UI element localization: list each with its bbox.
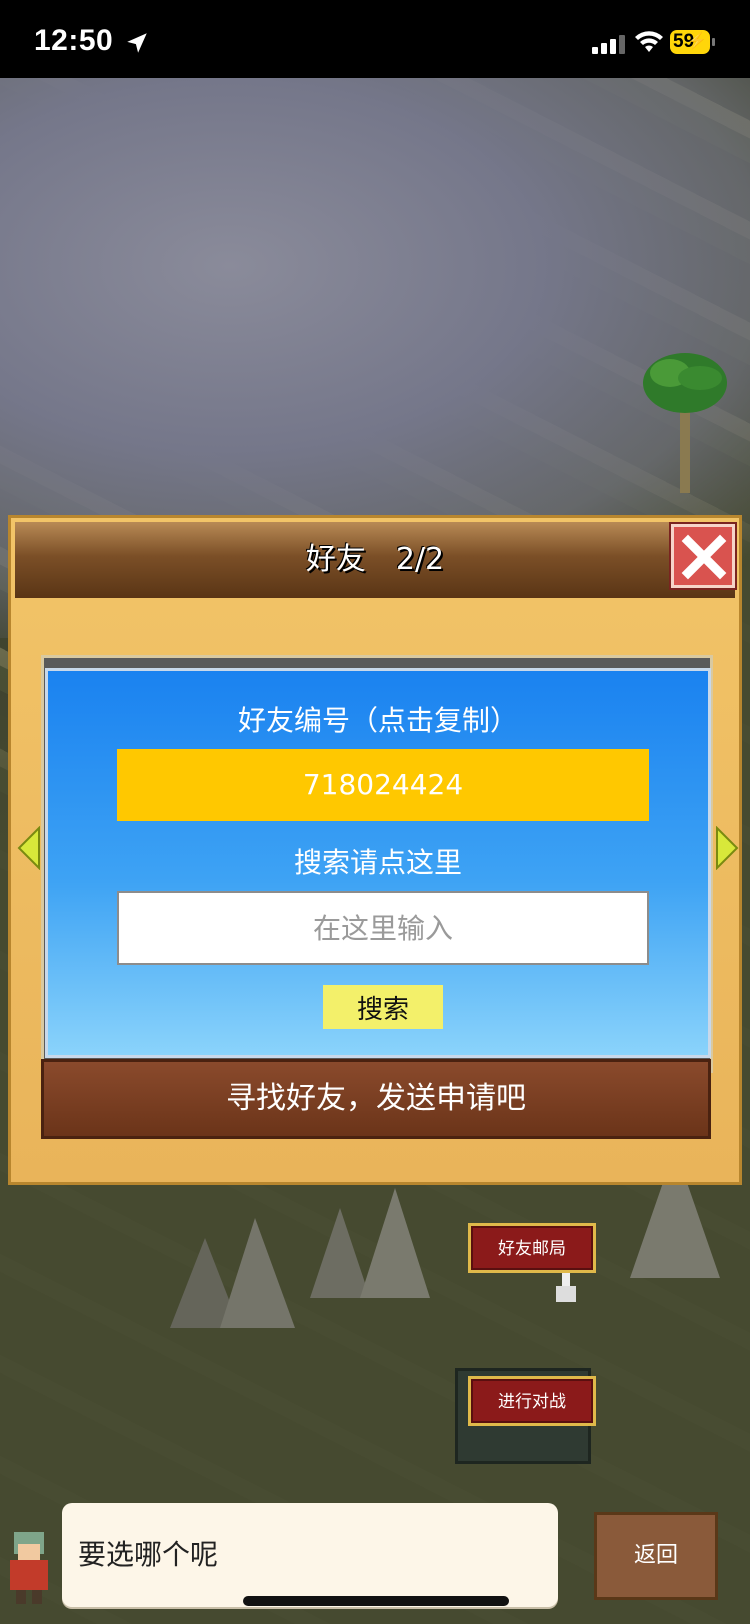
dialog-title: 好友 2/2	[305, 542, 445, 577]
close-button[interactable]	[671, 524, 735, 588]
back-button[interactable]: 返回	[594, 1512, 718, 1600]
mountain-icon	[170, 1218, 295, 1328]
search-label: 搜索请点这里	[293, 846, 462, 879]
close-icon	[681, 534, 727, 580]
previous-page-arrow-icon[interactable]	[17, 826, 41, 870]
home-indicator[interactable]	[243, 1596, 509, 1606]
friend-post-office-tag[interactable]: 好友邮局	[468, 1223, 596, 1273]
signal-icon	[592, 35, 625, 54]
speech-bubble: 要选哪个呢	[62, 1503, 558, 1607]
palm-tree-icon	[643, 353, 727, 493]
dialog-header: 好友 2/2	[15, 522, 735, 598]
search-button[interactable]: 搜索	[323, 985, 443, 1029]
battery-charging-icon: 59 ⚡	[670, 30, 715, 54]
friend-search-input[interactable]	[117, 891, 649, 965]
status-bar: 12:50 59 ⚡	[0, 0, 750, 78]
status-time: 12:50	[34, 24, 114, 57]
friend-search-panel: 好友编号（点击复制） 718024424 搜索请点这里 搜索	[45, 668, 711, 1058]
hand-pointer-icon	[556, 1268, 576, 1302]
mountain-icon	[310, 1188, 430, 1298]
send-request-banner: 寻找好友，发送申请吧	[41, 1059, 711, 1139]
speech-text: 要选哪个呢	[78, 1538, 219, 1571]
battle-tag[interactable]: 进行对战	[468, 1376, 596, 1426]
location-arrow-icon	[127, 33, 147, 53]
friends-dialog: 好友 2/2 好友编号（点击复制） 718024424 搜索请点这里 搜索 寻找…	[8, 515, 742, 1185]
wifi-icon	[635, 31, 663, 52]
friend-id-label: 好友编号（点击复制）	[237, 704, 518, 737]
character-avatar	[10, 1532, 48, 1604]
friend-id-copy-field[interactable]: 718024424	[117, 749, 649, 821]
next-page-arrow-icon[interactable]	[715, 826, 739, 870]
